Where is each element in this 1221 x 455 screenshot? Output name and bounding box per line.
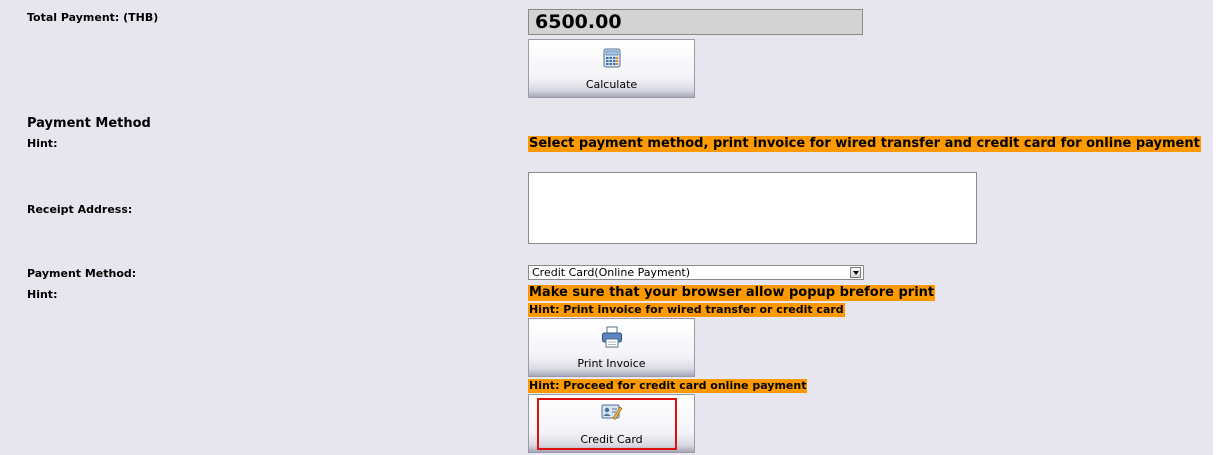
proceed-hint: Hint: Proceed for credit card online pay…	[528, 379, 808, 393]
selection-highlight	[537, 398, 677, 450]
printer-icon	[601, 326, 623, 351]
section-hint-text: Select payment method, print invoice for…	[528, 136, 1201, 152]
chevron-down-icon[interactable]	[850, 267, 861, 278]
page-edge	[1213, 0, 1221, 455]
section-title: Payment Method	[27, 116, 151, 131]
receipt-address-label: Receipt Address:	[27, 203, 133, 216]
payment-method-select[interactable]: Credit Card(Online Payment)	[528, 265, 864, 280]
payment-hint-label: Hint:	[27, 288, 58, 301]
total-payment-label: Total Payment: (THB)	[27, 11, 159, 24]
payment-method-label: Payment Method:	[27, 267, 137, 280]
print-invoice-button-label: Print Invoice	[577, 357, 646, 370]
receipt-address-input[interactable]	[528, 172, 977, 244]
print-invoice-hint: Hint: Print invoice for wired transfer o…	[528, 303, 845, 317]
calculator-icon	[603, 48, 621, 71]
popup-hint: Make sure that your browser allow popup …	[528, 285, 936, 301]
print-invoice-button[interactable]: Print Invoice	[528, 318, 695, 377]
total-payment-value: 6500.00	[528, 9, 863, 35]
payment-method-selected: Credit Card(Online Payment)	[532, 266, 691, 279]
calculate-button[interactable]: Calculate	[528, 39, 695, 98]
section-hint-label: Hint:	[27, 137, 58, 150]
calculate-button-label: Calculate	[585, 78, 638, 91]
